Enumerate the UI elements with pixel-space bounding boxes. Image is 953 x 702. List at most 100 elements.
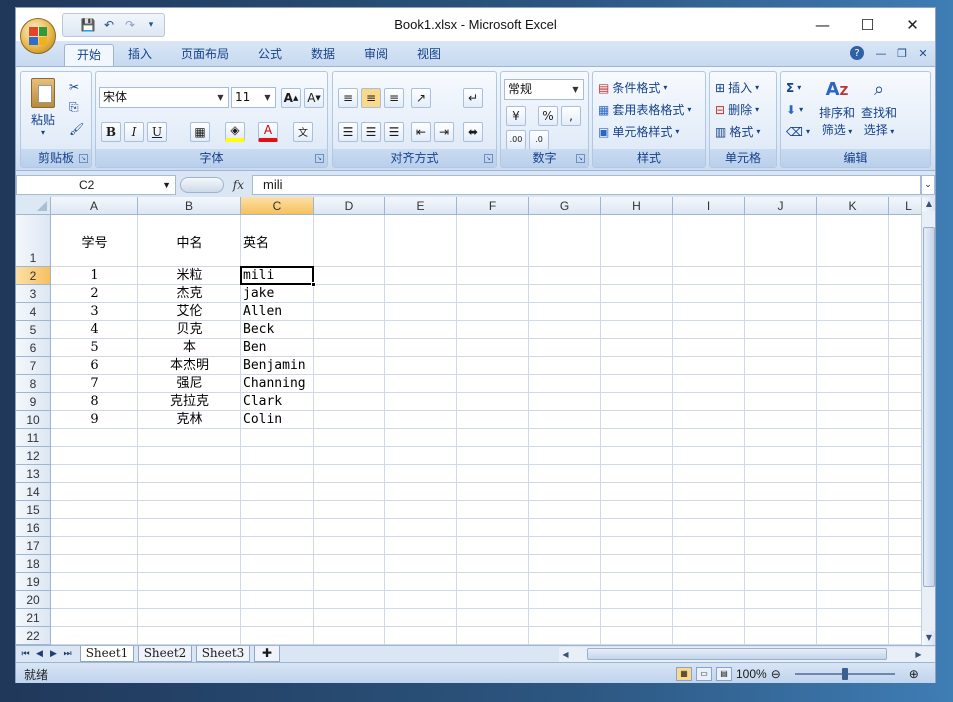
shrink-font-button[interactable]: A ▼ xyxy=(302,87,326,108)
format-painter-icon[interactable]: 🖌 xyxy=(67,118,86,139)
row-header-15[interactable]: 15 xyxy=(16,501,51,519)
accounting-format-button[interactable]: ¥ xyxy=(504,105,528,126)
bold-button[interactable]: B xyxy=(99,121,123,142)
alignment-launcher-icon[interactable]: ↘ xyxy=(484,154,493,163)
cell-chinese-name[interactable]: 克拉克 xyxy=(138,393,241,411)
column-header-d[interactable]: D xyxy=(314,197,385,215)
cell-student-id[interactable]: 5 xyxy=(51,339,138,357)
phonetic-button[interactable]: 文 xyxy=(291,121,315,142)
row-header-21[interactable]: 21 xyxy=(16,609,51,627)
formula-bar-splitter[interactable] xyxy=(180,177,224,193)
autosum-button[interactable]: Σ ▾ xyxy=(784,77,803,98)
align-center-button[interactable]: ☰ xyxy=(359,121,383,142)
minimize-button[interactable]: — xyxy=(800,8,845,41)
row-header-18[interactable]: 18 xyxy=(16,555,51,573)
column-header-f[interactable]: F xyxy=(457,197,529,215)
format-cells-button[interactable]: ▥ 格式 ▾ xyxy=(713,121,762,142)
column-header-e[interactable]: E xyxy=(385,197,457,215)
font-size-select[interactable]: 11 ▼ xyxy=(231,87,276,108)
cell-student-id[interactable]: 6 xyxy=(51,357,138,375)
row-header-19[interactable]: 19 xyxy=(16,573,51,591)
fill-button[interactable]: ⬇ ▾ xyxy=(784,99,805,120)
align-left-button[interactable]: ☰ xyxy=(336,121,360,142)
help-icon[interactable]: ? xyxy=(850,46,864,60)
increase-decimal-button[interactable]: .00 xyxy=(504,129,528,150)
cell-styles-button[interactable]: ▣ 单元格样式 ▾ xyxy=(596,121,681,142)
sheet-tab-sheet3[interactable]: Sheet3 xyxy=(196,646,250,662)
wrap-text-button[interactable]: ↵ xyxy=(461,87,485,108)
first-sheet-icon[interactable]: ⏮ xyxy=(19,647,32,661)
underline-button[interactable]: U xyxy=(145,121,169,142)
cell-student-id[interactable]: 2 xyxy=(51,285,138,303)
conditional-format-button[interactable]: ▤ 条件格式 ▾ xyxy=(596,77,669,98)
percent-button[interactable]: % xyxy=(536,105,560,126)
column-header-b[interactable]: B xyxy=(138,197,241,215)
vertical-scrollbar[interactable]: ▲ ▼ xyxy=(921,197,935,645)
decrease-decimal-button[interactable]: .0 xyxy=(527,129,551,150)
merge-center-button[interactable]: ⬌ xyxy=(461,121,485,142)
row-header-12[interactable]: 12 xyxy=(16,447,51,465)
cell-chinese-name[interactable]: 米粒 xyxy=(138,267,241,285)
cell-chinese-name[interactable]: 本 xyxy=(138,339,241,357)
page-break-view-icon[interactable]: ▤ xyxy=(716,666,732,681)
font-launcher-icon[interactable]: ↘ xyxy=(315,154,324,163)
row-header-20[interactable]: 20 xyxy=(16,591,51,609)
cell-student-id[interactable]: 7 xyxy=(51,375,138,393)
row-header-16[interactable]: 16 xyxy=(16,519,51,537)
align-bottom-button[interactable]: ≡ xyxy=(382,87,406,108)
cell-english-name[interactable]: Ben xyxy=(241,339,314,357)
fill-color-button[interactable]: ◈ xyxy=(223,121,247,142)
row-header-17[interactable]: 17 xyxy=(16,537,51,555)
tab-page-layout[interactable]: 页面布局 xyxy=(169,44,241,66)
column-header-a[interactable]: A xyxy=(51,197,138,215)
cell-english-name[interactable]: Channing xyxy=(241,375,314,393)
maximize-button[interactable]: ☐ xyxy=(845,8,890,41)
zoom-level[interactable]: 100% xyxy=(736,667,767,681)
row-header-8[interactable]: 8 xyxy=(16,375,51,393)
cell-student-id[interactable]: 4 xyxy=(51,321,138,339)
italic-button[interactable]: I xyxy=(122,121,146,142)
select-all-button[interactable] xyxy=(16,197,51,215)
format-as-table-button[interactable]: ▦ 套用表格格式 ▾ xyxy=(596,99,693,120)
cell-student-id[interactable]: 8 xyxy=(51,393,138,411)
zoom-slider[interactable] xyxy=(785,667,905,680)
row-header-13[interactable]: 13 xyxy=(16,465,51,483)
column-header-j[interactable]: J xyxy=(745,197,817,215)
row-header-6[interactable]: 6 xyxy=(16,339,51,357)
ribbon-minimize-icon[interactable]: — xyxy=(872,44,890,62)
cell-student-id[interactable]: 1 xyxy=(51,267,138,285)
cell-english-name[interactable]: Beck xyxy=(241,321,314,339)
scroll-left-icon[interactable]: ◀ xyxy=(559,647,572,662)
next-sheet-icon[interactable]: ▶ xyxy=(47,647,60,661)
cell-student-id[interactable]: 3 xyxy=(51,303,138,321)
last-sheet-icon[interactable]: ⏭ xyxy=(61,647,74,661)
cell-chinese-name[interactable]: 克林 xyxy=(138,411,241,429)
font-color-button[interactable]: A xyxy=(256,121,280,142)
cell-chinese-name[interactable]: 杰克 xyxy=(138,285,241,303)
borders-button[interactable]: ▦ xyxy=(188,121,212,142)
clipboard-launcher-icon[interactable]: ↘ xyxy=(79,154,88,163)
align-right-button[interactable]: ☰ xyxy=(382,121,406,142)
cell-english-name[interactable]: Clark xyxy=(241,393,314,411)
insert-function-button[interactable]: fx xyxy=(180,175,250,195)
cell-english-name[interactable]: Allen xyxy=(241,303,314,321)
office-button[interactable] xyxy=(20,18,56,54)
cell-english-name[interactable]: Colin xyxy=(241,411,314,429)
number-launcher-icon[interactable]: ↘ xyxy=(576,154,585,163)
find-select-button[interactable]: ⌕ 查找和 选择 ▾ xyxy=(859,76,899,138)
column-header-h[interactable]: H xyxy=(601,197,673,215)
sort-filter-button[interactable]: AZ 排序和 筛选 ▾ xyxy=(817,76,857,138)
tab-view[interactable]: 视图 xyxy=(405,44,453,66)
row-header-14[interactable]: 14 xyxy=(16,483,51,501)
sheet-tab-sheet2[interactable]: Sheet2 xyxy=(138,646,192,662)
row-header-1[interactable]: 1 xyxy=(16,215,51,267)
tab-formulas[interactable]: 公式 xyxy=(246,44,294,66)
copy-icon[interactable]: ⎘ xyxy=(67,97,81,118)
row-header-9[interactable]: 9 xyxy=(16,393,51,411)
comma-button[interactable]: , xyxy=(559,105,583,126)
row-header-22[interactable]: 22 xyxy=(16,627,51,645)
orientation-button[interactable]: ↗ xyxy=(409,87,433,108)
insert-sheet-icon[interactable]: ✚ xyxy=(254,646,280,662)
horizontal-scroll-thumb[interactable] xyxy=(587,648,887,660)
cell-student-id[interactable]: 9 xyxy=(51,411,138,429)
